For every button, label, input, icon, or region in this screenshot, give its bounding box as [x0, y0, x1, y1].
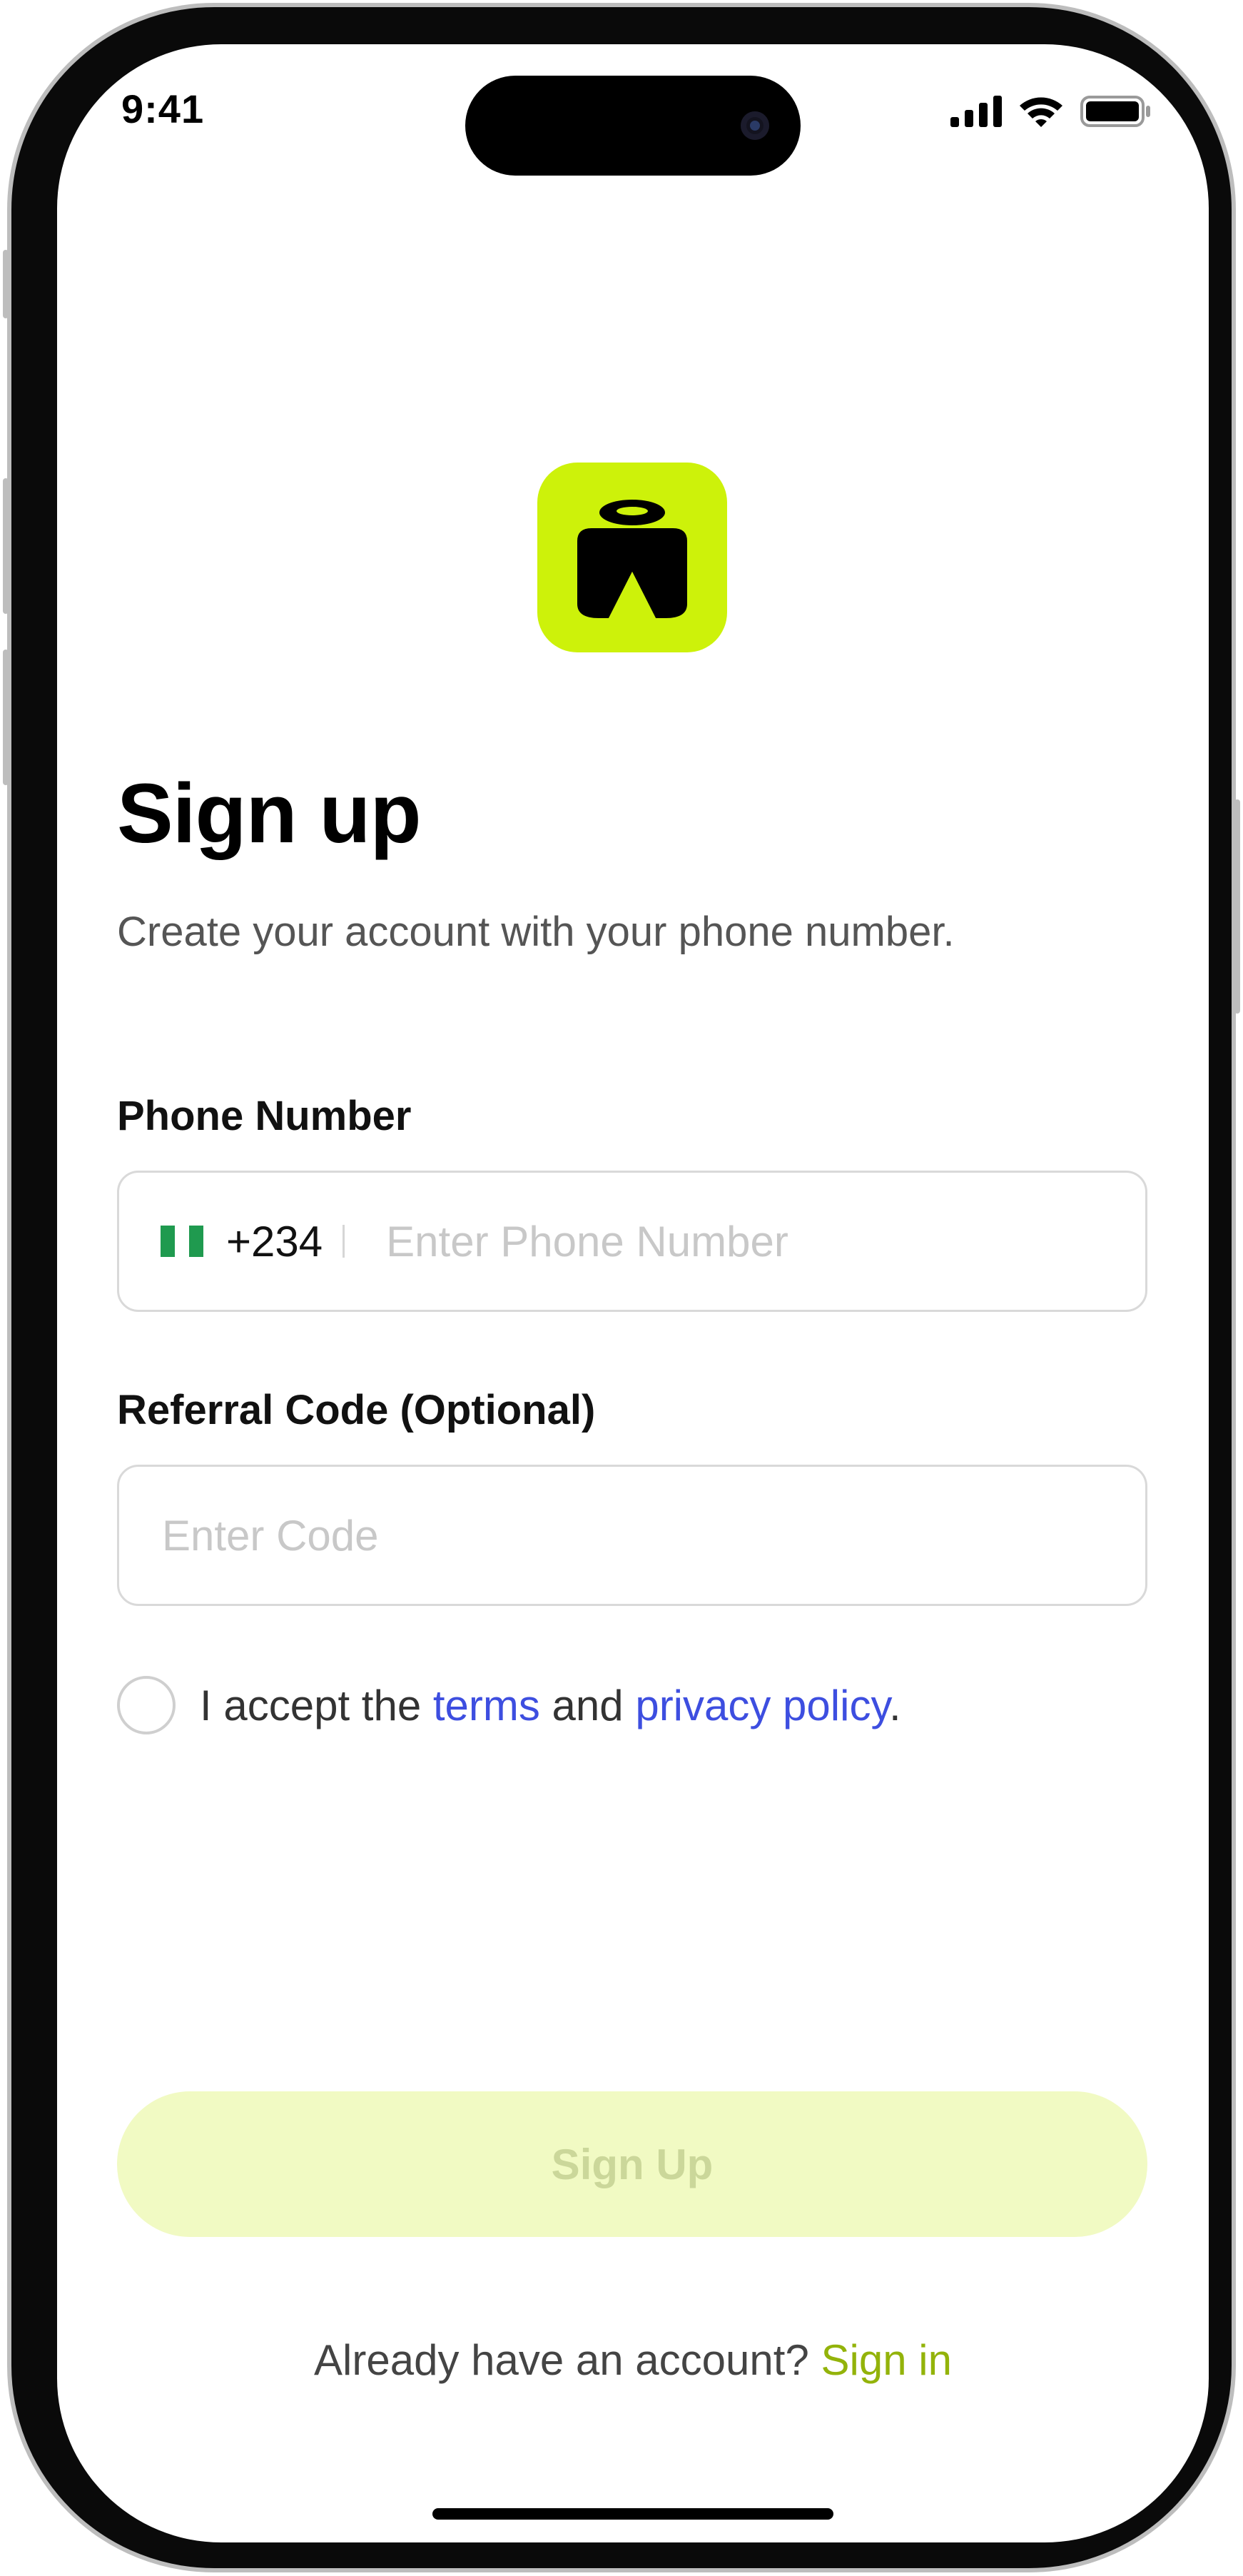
action-button — [3, 250, 9, 318]
phone-number-label: Phone Number — [117, 1093, 412, 1139]
terms-prefix: I accept the — [200, 1681, 433, 1729]
sign-in-link[interactable]: Sign in — [821, 2336, 952, 2384]
nigeria-flag-icon — [161, 1226, 203, 1257]
sign-in-prompt-text: Already have an account? — [314, 2336, 821, 2384]
terms-suffix: . — [889, 1681, 901, 1729]
volume-down-button — [3, 650, 9, 785]
home-indicator[interactable] — [432, 2508, 833, 2520]
privacy-policy-link[interactable]: privacy policy — [635, 1682, 889, 1729]
phone-number-field: +234 — [117, 1171, 1147, 1312]
referral-code-label: Referral Code (Optional) — [117, 1387, 596, 1433]
app-screen: 9:41 Sign up Create your account with yo… — [57, 44, 1209, 2542]
dynamic-island — [465, 76, 801, 176]
sign-in-prompt: Already have an account? Sign in — [57, 2335, 1209, 2385]
sign-up-button[interactable]: Sign Up — [117, 2091, 1147, 2237]
referral-code-input[interactable] — [161, 1466, 1145, 1605]
phone-frame: 9:41 Sign up Create your account with yo… — [3, 3, 1240, 2572]
terms-link[interactable]: terms — [433, 1682, 540, 1729]
country-dial-code[interactable]: +234 — [226, 1217, 323, 1266]
app-logo — [537, 463, 727, 652]
power-button — [1234, 799, 1240, 1014]
terms-middle: and — [539, 1681, 636, 1729]
terms-checkbox[interactable] — [117, 1676, 176, 1734]
referral-code-field — [117, 1465, 1147, 1606]
volume-up-button — [3, 478, 9, 614]
phone-number-input[interactable] — [385, 1172, 1145, 1310]
page-title: Sign up — [117, 767, 422, 861]
terms-text: I accept the terms and privacy policy. — [200, 1681, 901, 1730]
wifi-icon — [1020, 97, 1062, 127]
status-icons — [950, 94, 1152, 128]
page-subtitle: Create your account with your phone numb… — [117, 909, 955, 955]
brand-m-logo-icon — [577, 500, 687, 618]
status-time: 9:41 — [121, 86, 205, 131]
front-camera-icon — [741, 111, 769, 140]
field-divider — [343, 1225, 345, 1258]
cellular-signal-icon — [950, 96, 1002, 127]
battery-icon — [1080, 96, 1150, 127]
terms-row: I accept the terms and privacy policy. — [117, 1676, 901, 1734]
